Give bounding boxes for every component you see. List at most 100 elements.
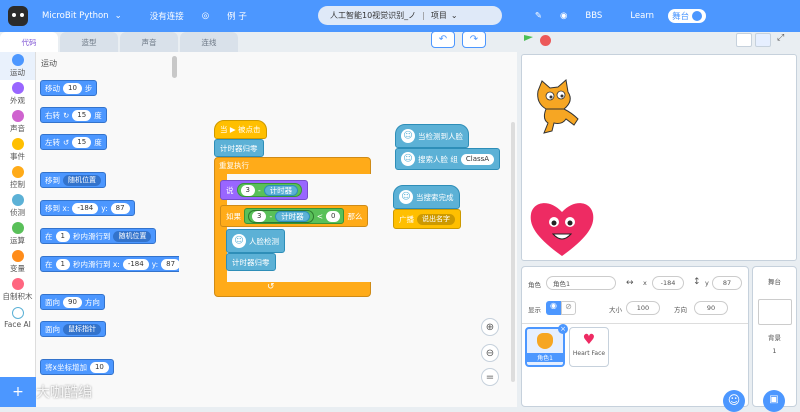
operand-a[interactable]: 3 [240, 184, 255, 196]
add-extension-button[interactable]: + [0, 377, 36, 407]
block-glide-xy[interactable]: 在 1 秒内滑行到 x: -184 y: 87 [40, 256, 179, 272]
connection-status[interactable]: 没有连接 [150, 10, 184, 22]
learn-link[interactable]: Learn [630, 11, 654, 21]
category-1[interactable]: 外观 [0, 80, 35, 108]
sprite-direction-input[interactable]: 90 [694, 301, 728, 315]
if-block[interactable]: 如果 3- 计时器 <0 那么 [220, 205, 369, 227]
message-dropdown[interactable]: 说出名字 [417, 213, 455, 225]
green-flag-icon[interactable] [524, 35, 533, 41]
sprite-size-input[interactable]: 100 [626, 301, 660, 315]
sprite-y-input[interactable]: 87 [712, 276, 742, 290]
category-2[interactable]: 声音 [0, 108, 35, 136]
change-x-input[interactable]: 10 [89, 361, 109, 373]
add-backdrop-button[interactable]: ▣ [763, 390, 785, 412]
app-logo[interactable] [8, 6, 28, 26]
direction-input[interactable]: 90 [63, 296, 82, 308]
small-stage-button[interactable] [736, 33, 752, 47]
stop-icon[interactable] [540, 35, 551, 46]
y-input[interactable]: 87 [110, 202, 130, 214]
x-input[interactable]: -184 [122, 258, 149, 270]
cat-sprite[interactable] [528, 79, 584, 137]
block-turn-right[interactable]: 右转 ↻ 15 度 [40, 107, 107, 123]
redo-button[interactable]: ↷ [462, 31, 486, 48]
category-6[interactable]: 运算 [0, 220, 35, 248]
hide-button[interactable]: ⊘ [561, 301, 576, 315]
zoom-out-button[interactable]: ⊖ [481, 344, 499, 362]
degrees-input[interactable]: 15 [72, 109, 92, 121]
glide-dropdown[interactable]: 随机位置 [113, 230, 152, 242]
camera-icon[interactable]: ◉ [560, 11, 567, 21]
less-than-operator[interactable]: 3- 计时器 <0 [244, 208, 345, 224]
fullscreen-button[interactable]: ⤢ [777, 33, 793, 47]
tab-code[interactable]: 代码 [0, 32, 58, 52]
sprite-tile-heart[interactable]: ♥ Heart Face [569, 327, 609, 367]
reset-timer-block[interactable]: 计时器归零 [214, 139, 264, 157]
when-face-detected-block[interactable]: ☺ 当检测到人脸 [395, 124, 469, 148]
category-4[interactable]: 控制 [0, 164, 35, 192]
chevron-down-icon[interactable]: ⌄ [115, 11, 122, 21]
code-workspace[interactable]: 当 ▶ 被点击 计时器归零 重复执行 说 3- 计时器 如果 3- 计时器 <0 那… [179, 52, 517, 407]
category-7[interactable]: 变量 [0, 248, 35, 276]
project-menu[interactable]: 项目 [431, 10, 447, 21]
search-face-block[interactable]: ☺ 搜索人脸 组 ClassA [395, 148, 501, 170]
say-block[interactable]: 说 3- 计时器 [220, 180, 309, 200]
reset-timer-block[interactable]: 计时器归零 [226, 253, 276, 271]
show-visible-button[interactable]: ◉ [546, 301, 561, 315]
face-detect-block[interactable]: ☺ 人脸检测 [226, 229, 285, 253]
block-goto[interactable]: 移到 随机位置 [40, 172, 106, 188]
examples-menu[interactable]: 例 子 [227, 10, 247, 22]
block-glide[interactable]: 在 1 秒内滑行到 随机位置 [40, 228, 157, 244]
subtract-operator[interactable]: 3- 计时器 [236, 183, 303, 197]
secs-input[interactable]: 1 [55, 258, 70, 270]
large-stage-button[interactable] [755, 33, 771, 47]
bbs-link[interactable]: BBS [585, 11, 602, 21]
zoom-in-button[interactable]: ⊕ [481, 318, 499, 336]
towards-dropdown[interactable]: 鼠标指针 [63, 323, 101, 335]
tab-connect[interactable]: 连线 [180, 32, 238, 52]
edit-icon[interactable]: ✎ [535, 11, 542, 21]
forever-label[interactable]: 重复执行 [214, 157, 254, 174]
block-goto-xy[interactable]: 移到 x: -184 y: 87 [40, 200, 135, 216]
steps-input[interactable]: 10 [63, 82, 82, 94]
category-0[interactable]: 运动 [0, 52, 35, 80]
workspace-scrollbar[interactable] [511, 122, 515, 382]
zoom-reset-button[interactable]: = [481, 368, 499, 386]
x-input[interactable]: -184 [72, 202, 99, 214]
operand-a[interactable]: 3 [252, 210, 267, 222]
stage-toggle[interactable]: 舞台 [668, 9, 707, 23]
timer-reporter[interactable]: 计时器 [275, 210, 310, 222]
degrees-input[interactable]: 15 [72, 136, 92, 148]
when-flag-clicked-block[interactable]: 当 ▶ 被点击 [214, 120, 267, 139]
category-9[interactable]: Face AI [0, 304, 35, 332]
secs-input[interactable]: 1 [55, 230, 70, 242]
add-sprite-button[interactable]: ☺ [723, 390, 745, 412]
stage-canvas[interactable] [521, 54, 797, 261]
backdrop-thumbnail[interactable] [757, 299, 792, 325]
palette-scrollbar[interactable] [172, 56, 177, 78]
chevron-down-icon[interactable]: ⌄ [451, 11, 458, 20]
tab-sounds[interactable]: 声音 [120, 32, 178, 52]
sprite-x-input[interactable]: -184 [652, 276, 684, 290]
sprite-tile-cat[interactable]: 角色1 × [525, 324, 568, 367]
block-turn-left[interactable]: 左转 ↺ 15 度 [40, 134, 107, 150]
category-3[interactable]: 事件 [0, 136, 35, 164]
stage-target-panel[interactable]: 舞台 背景 1 ▣ [752, 266, 797, 412]
sprite-name-input[interactable]: 角色1 [546, 276, 616, 290]
broadcast-block[interactable]: 广播 说出名字 [393, 209, 461, 229]
timer-reporter[interactable]: 计时器 [263, 184, 299, 196]
goto-dropdown[interactable]: 随机位置 [63, 174, 101, 186]
group-input[interactable]: ClassA [460, 153, 495, 165]
globe-icon[interactable]: ◎ [202, 11, 209, 21]
block-point-towards[interactable]: 面向 鼠标指针 [40, 321, 106, 337]
category-8[interactable]: 自制积木 [0, 276, 35, 304]
delete-sprite-icon[interactable]: × [558, 324, 568, 334]
undo-button[interactable]: ↶ [431, 31, 455, 48]
block-move[interactable]: 移动 10 步 [40, 80, 98, 96]
tab-costumes[interactable]: 造型 [60, 32, 118, 52]
y-input[interactable]: 87 [161, 258, 179, 270]
category-5[interactable]: 侦测 [0, 192, 35, 220]
app-name-menu[interactable]: MicroBit Python [42, 11, 109, 21]
block-point-direction[interactable]: 面向 90 方向 [40, 294, 105, 310]
project-name[interactable]: 人工智能10视觉识别_ノ [330, 10, 416, 21]
heart-face-sprite[interactable] [527, 196, 597, 260]
